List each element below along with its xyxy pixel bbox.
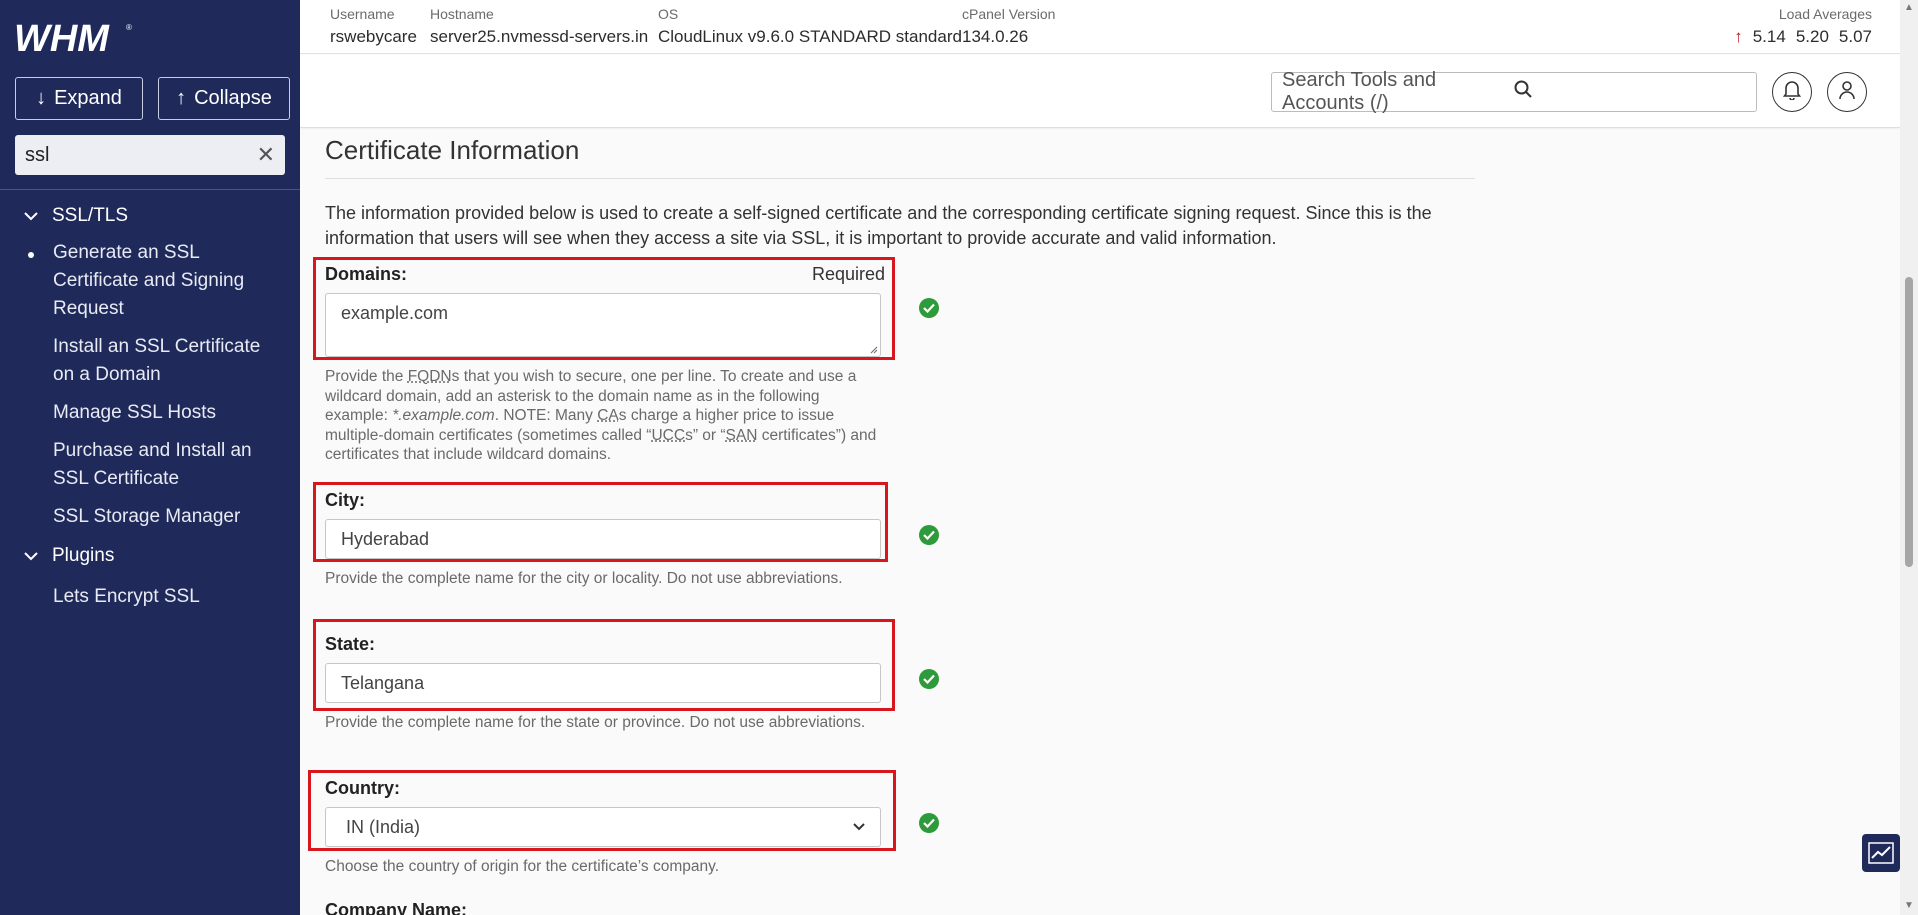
sidebar-item-install-ssl[interactable]: Install an SSL Certificate on a Domain bbox=[0, 328, 300, 394]
load-5min: 5.20 bbox=[1795, 27, 1829, 46]
logo-text: WHM bbox=[14, 18, 110, 58]
os-info: OS CloudLinux v9.6.0 STANDARD standard bbox=[658, 6, 962, 47]
check-icon bbox=[919, 298, 939, 318]
state-help: Provide the complete name for the state … bbox=[325, 714, 866, 731]
arrow-down-icon: ↓ bbox=[36, 87, 47, 109]
highlight-domains bbox=[313, 257, 895, 360]
os-label: OS bbox=[658, 6, 679, 22]
sidebar-search-input[interactable]: ssl ✕ bbox=[15, 135, 285, 175]
bell-icon bbox=[1782, 80, 1802, 105]
server-info-bar: Username rswebycare Hostname server25.nv… bbox=[300, 0, 1900, 54]
user-icon bbox=[1838, 80, 1856, 105]
clear-icon[interactable]: ✕ bbox=[257, 142, 275, 168]
hostname-value: server25.nvmessd-servers.in bbox=[430, 27, 649, 46]
user-menu-button[interactable] bbox=[1827, 72, 1867, 112]
check-icon bbox=[919, 525, 939, 545]
scroll-thumb[interactable] bbox=[1905, 277, 1913, 567]
chevron-down-icon bbox=[24, 545, 40, 567]
page-scrollbar[interactable]: ▲ ▼ bbox=[1900, 0, 1918, 915]
sidebar: WHM ® ↓ Expand ↑ Collapse ssl ✕ SSL/TLS … bbox=[0, 0, 300, 915]
chevron-down-icon bbox=[24, 205, 40, 227]
sidebar-item-generate-ssl[interactable]: Generate an SSL Certificate and Signing … bbox=[0, 234, 300, 328]
sidebar-item-purchase-ssl[interactable]: Purchase and Install an SSL Certificate bbox=[0, 432, 300, 498]
search-icon[interactable] bbox=[1514, 80, 1746, 104]
country-help: Choose the country of origin for the cer… bbox=[325, 858, 720, 875]
username-info: Username rswebycare bbox=[330, 6, 417, 47]
expand-label: Expand bbox=[54, 87, 122, 109]
check-icon bbox=[919, 813, 939, 833]
cpanel-version-info: cPanel Version 134.0.26 bbox=[962, 6, 1055, 47]
city-help: Provide the complete name for the city o… bbox=[325, 570, 843, 587]
hostname-info: Hostname server25.nvmessd-servers.in bbox=[430, 6, 648, 47]
sidebar-section-ssl-tls[interactable]: SSL/TLS bbox=[0, 198, 300, 234]
search-placeholder[interactable]: Search Tools and Accounts (/) bbox=[1282, 69, 1514, 115]
arrow-up-icon: ↑ bbox=[1734, 27, 1743, 46]
load-averages: Load Averages ↑ 5.14 5.20 5.07 bbox=[1734, 6, 1872, 47]
chart-icon bbox=[1868, 842, 1894, 864]
search-input[interactable]: Search Tools and Accounts (/) bbox=[1271, 69, 1757, 115]
toolbar: Search Tools and Accounts (/) bbox=[300, 55, 1900, 128]
section-label: Plugins bbox=[52, 545, 115, 566]
company-name-label: Company Name: bbox=[325, 900, 468, 915]
sidebar-search-value[interactable]: ssl bbox=[25, 144, 257, 167]
main-content: Certificate Information The information … bbox=[325, 135, 1475, 251]
analytics-button[interactable] bbox=[1862, 834, 1900, 872]
highlight-country bbox=[308, 770, 896, 851]
highlight-state bbox=[313, 619, 895, 711]
load-averages-label: Load Averages bbox=[1778, 6, 1872, 22]
san-abbr: SAN bbox=[725, 426, 758, 444]
fqdn-abbr: FQDN bbox=[407, 368, 452, 385]
sidebar-section-plugins[interactable]: Plugins bbox=[0, 538, 300, 574]
sidebar-item-lets-encrypt[interactable]: Lets Encrypt SSL bbox=[0, 578, 300, 616]
scroll-down-icon[interactable]: ▼ bbox=[1904, 900, 1914, 911]
sidebar-nav: SSL/TLS Generate an SSL Certificate and … bbox=[0, 198, 300, 616]
page-title: Certificate Information bbox=[325, 135, 1475, 179]
sidebar-item-manage-ssl-hosts[interactable]: Manage SSL Hosts bbox=[0, 394, 300, 432]
sidebar-divider bbox=[0, 189, 300, 190]
wildcard-example: *.example.com bbox=[392, 407, 495, 424]
username-label: Username bbox=[330, 6, 395, 22]
ucc-abbr: UCC bbox=[651, 426, 686, 444]
svg-text:®: ® bbox=[126, 23, 132, 32]
load-1min: 5.14 bbox=[1752, 27, 1786, 46]
intro-text: The information provided below is used t… bbox=[325, 203, 1432, 248]
notifications-button[interactable] bbox=[1772, 72, 1812, 112]
cpanel-version-value: 134.0.26 bbox=[962, 27, 1029, 46]
whm-logo[interactable]: WHM ® bbox=[14, 18, 134, 63]
collapse-button[interactable]: ↑ Collapse bbox=[158, 77, 290, 120]
domains-help: Provide the FQDNs that you wish to secur… bbox=[325, 368, 877, 463]
scroll-up-icon[interactable]: ▲ bbox=[1904, 2, 1914, 13]
os-value: CloudLinux v9.6.0 STANDARD standard bbox=[658, 27, 962, 46]
highlight-city bbox=[313, 482, 888, 562]
ca-abbr: CA bbox=[597, 407, 619, 424]
expand-button[interactable]: ↓ Expand bbox=[15, 77, 143, 120]
section-label: SSL/TLS bbox=[52, 205, 129, 226]
load-15min: 5.07 bbox=[1838, 27, 1872, 46]
check-icon bbox=[919, 669, 939, 689]
arrow-up-icon: ↑ bbox=[176, 87, 187, 109]
cpanel-version-label: cPanel Version bbox=[962, 6, 1056, 22]
username-value: rswebycare bbox=[330, 27, 417, 46]
sidebar-item-ssl-storage[interactable]: SSL Storage Manager bbox=[0, 498, 300, 536]
hostname-label: Hostname bbox=[430, 6, 494, 22]
collapse-label: Collapse bbox=[194, 87, 272, 109]
